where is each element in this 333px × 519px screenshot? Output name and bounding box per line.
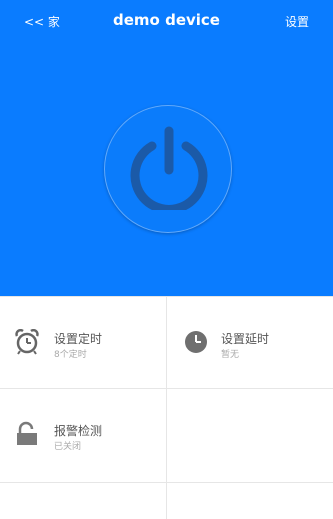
- power-icon: [130, 126, 208, 210]
- header: << 家 demo device 设置: [0, 0, 333, 296]
- grid-item-set-delay[interactable]: 设置延时 暂无: [167, 297, 333, 387]
- grid-item-subtext: 8个定时: [54, 350, 87, 360]
- settings-button[interactable]: 设置: [285, 13, 309, 30]
- unlocked-padlock-icon: [17, 421, 37, 445]
- power-button[interactable]: [104, 105, 232, 233]
- feature-grid: 设置定时 8个定时 设置延时 暂无 报警检测 已关闭: [0, 296, 333, 519]
- grid-item-empty: [167, 389, 333, 479]
- grid-item-subtext: 已关闭: [54, 442, 82, 452]
- grid-divider-horizontal: [0, 482, 333, 483]
- grid-item-label: 报警检测: [54, 424, 103, 438]
- page-title: demo device: [113, 11, 220, 29]
- clock-icon: [185, 331, 207, 353]
- grid-item-alarm-detection[interactable]: 报警检测 已关闭: [0, 389, 166, 479]
- grid-item-subtext: 暂无: [221, 350, 240, 360]
- grid-item-label: 设置定时: [54, 332, 103, 346]
- alarm-clock-icon: [15, 329, 39, 355]
- grid-item-set-timer[interactable]: 设置定时 8个定时: [0, 297, 166, 387]
- grid-item-label: 设置延时: [221, 332, 270, 346]
